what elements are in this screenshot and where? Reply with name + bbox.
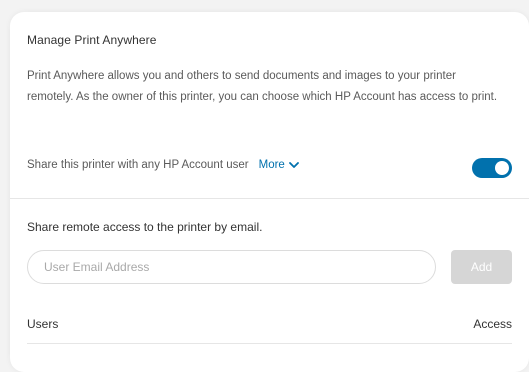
table-header-divider [27, 343, 512, 344]
add-button[interactable]: Add [451, 250, 512, 284]
user-email-input[interactable] [27, 250, 436, 284]
toggle-knob [495, 161, 509, 175]
more-link-label: More [258, 159, 285, 171]
access-column-header: Access [473, 317, 512, 331]
users-column-header: Users [27, 317, 59, 331]
more-link[interactable]: More [259, 159, 299, 171]
chevron-down-icon [288, 162, 299, 168]
print-anywhere-card: Manage Print Anywhere Print Anywhere all… [10, 12, 529, 372]
share-toggle[interactable] [472, 158, 512, 178]
section-divider [10, 198, 529, 199]
share-label: Share this printer with any HP Account u… [27, 159, 249, 171]
card-description: Print Anywhere allows you and others to … [27, 70, 498, 103]
email-section-heading: Share remote access to the printer by em… [27, 220, 263, 234]
card-title: Manage Print Anywhere [27, 33, 157, 47]
share-row: Share this printer with any HP Account u… [27, 154, 512, 176]
